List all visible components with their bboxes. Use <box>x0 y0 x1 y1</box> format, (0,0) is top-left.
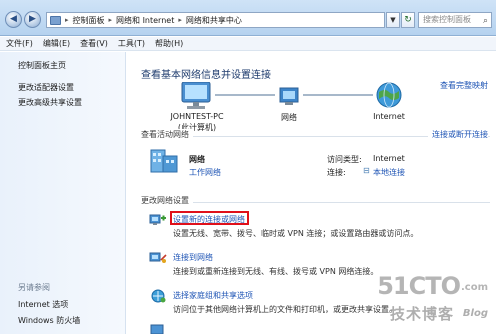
sidebar-item-change-adapter-settings[interactable]: 更改适配器设置 <box>18 82 74 93</box>
forward-arrow-icon: ▶ <box>29 14 36 24</box>
refresh-button[interactable]: ↻ <box>401 12 415 28</box>
globe-icon <box>376 82 402 108</box>
sidebar-item-control-panel-home[interactable]: 控制面板主页 <box>18 60 66 71</box>
control-panel-icon <box>50 15 61 25</box>
change-settings-heading: 更改网络设置 <box>141 195 193 206</box>
internet-label: Internet <box>373 112 405 121</box>
setup-new-connection-link[interactable]: 设置新的连接或网络 <box>173 214 245 225</box>
local-connection-link[interactable]: 本地连接 <box>373 167 405 178</box>
computer-icon <box>181 82 211 109</box>
watermark-subtitle: 技术博客 <box>389 305 454 323</box>
office-building-icon <box>150 149 178 173</box>
connect-disconnect-link[interactable]: 连接或断开连接 <box>428 129 488 140</box>
chevron-right-icon[interactable]: ▸ <box>65 16 69 24</box>
menu-edit[interactable]: 编辑(E) <box>43 38 70 49</box>
access-type-label: 访问类型: <box>327 155 362 164</box>
menu-help[interactable]: 帮助(H) <box>155 38 183 49</box>
page-title: 查看基本网络信息并设置连接 <box>141 70 271 81</box>
new-connection-icon <box>149 214 166 225</box>
connect-to-network-link[interactable]: 连接到网络 <box>173 252 213 263</box>
sidebar-item-windows-firewall[interactable]: Windows 防火墙 <box>18 315 80 326</box>
chevron-right-icon[interactable]: ▸ <box>109 16 113 24</box>
computer-name-label: JOHNTEST-PC <box>170 112 224 121</box>
network-label: 网络 <box>281 113 297 122</box>
chevron-right-icon[interactable]: ▸ <box>178 16 182 24</box>
back-button[interactable]: ◀ <box>5 11 22 28</box>
troubleshoot-icon <box>150 324 164 334</box>
network-map: JOHNTEST-PC (此计算机) 网络 Internet <box>127 82 496 136</box>
connection-label: 连接: <box>327 168 346 177</box>
breadcrumb[interactable]: ▸ 控制面板 ▸ 网络和 Internet ▸ 网络和共享中心 <box>46 12 385 28</box>
search-icon[interactable]: ⌕ <box>483 14 488 28</box>
watermark-blog: Blog <box>462 308 488 319</box>
homegroup-icon <box>151 289 166 303</box>
refresh-icon: ↻ <box>404 15 412 25</box>
local-connection-icon: ⊟ <box>363 166 370 175</box>
access-type-value: Internet <box>373 154 405 163</box>
see-also-heading: 另请参阅 <box>18 283 50 292</box>
back-arrow-icon: ◀ <box>10 14 17 24</box>
forward-button[interactable]: ▶ <box>24 11 41 28</box>
connect-network-icon <box>149 252 167 263</box>
menu-bar: 文件(F) 编辑(E) 查看(V) 工具(T) 帮助(H) <box>0 37 496 51</box>
network-type-link[interactable]: 工作网络 <box>189 167 221 178</box>
homegroup-sharing-link[interactable]: 选择家庭组和共享选项 <box>173 290 253 301</box>
breadcrumb-network-sharing-center[interactable]: 网络和共享中心 <box>186 15 242 26</box>
setup-new-connection-desc: 设置无线、宽带、拨号、临时或 VPN 连接；或设置路由器或访问点。 <box>173 229 419 238</box>
search-input[interactable]: 搜索控制面板 ⌕ <box>418 12 492 28</box>
address-bar: ◀ ▶ ▸ 控制面板 ▸ 网络和 Internet ▸ 网络和共享中心 ▼ ↻ … <box>0 0 496 36</box>
menu-file[interactable]: 文件(F) <box>6 38 33 49</box>
network-icon <box>279 87 299 105</box>
menu-view[interactable]: 查看(V) <box>80 38 108 49</box>
breadcrumb-network-internet[interactable]: 网络和 Internet <box>116 15 174 26</box>
breadcrumb-control-panel[interactable]: 控制面板 <box>73 15 105 26</box>
active-networks-heading: 查看活动网络 <box>141 129 193 140</box>
divider <box>141 202 490 203</box>
watermark-com: .com <box>460 282 488 293</box>
menu-tools[interactable]: 工具(T) <box>118 38 145 49</box>
watermark: 51CTO .com 技术博客 Blog <box>358 270 490 330</box>
search-placeholder: 搜索控制面板 <box>423 15 471 24</box>
active-network-name: 网络 <box>189 155 205 164</box>
watermark-logo: 51CTO <box>377 272 461 300</box>
connect-to-network-desc: 连接到或重新连接到无线、有线、拨号或 VPN 网络连接。 <box>173 267 379 276</box>
sidebar-item-change-advanced-sharing[interactable]: 更改高级共享设置 <box>18 97 82 108</box>
sidebar: 控制面板主页 更改适配器设置 更改高级共享设置 另请参阅 Internet 选项… <box>0 52 126 334</box>
address-dropdown-button[interactable]: ▼ <box>386 12 400 28</box>
chevron-down-icon: ▼ <box>390 16 396 24</box>
sidebar-item-internet-options[interactable]: Internet 选项 <box>18 299 68 310</box>
